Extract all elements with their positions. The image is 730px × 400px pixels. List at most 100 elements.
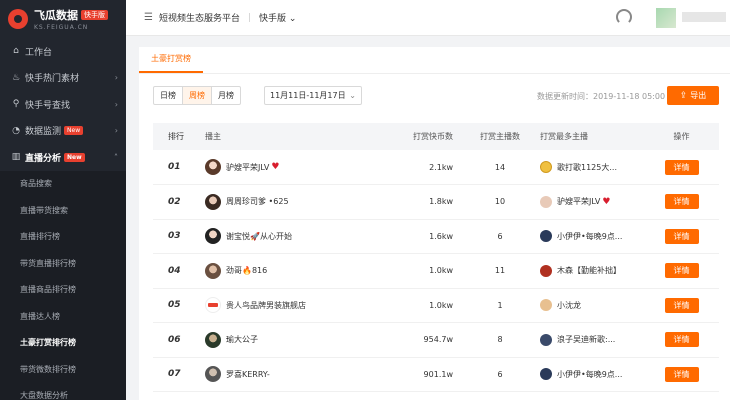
monitor-icon: ◔ [12, 125, 20, 136]
count-cell: 14 [494, 162, 506, 172]
avatar[interactable] [656, 8, 676, 28]
sidebar-subitem-live-product-ranking[interactable]: 直播商品排行榜 [0, 276, 126, 303]
sidebar-item-label: 工作台 [25, 47, 53, 58]
tab-tipper-ranking[interactable]: 土豪打赏榜 [139, 46, 203, 73]
sidebar-subitem-live-ranking[interactable]: 直播排行榜 [0, 223, 126, 250]
anchor-name[interactable]: 驴嫂平荣JLV [226, 162, 269, 173]
avatar[interactable] [205, 331, 221, 348]
coins-cell: 1.0kw [429, 266, 453, 276]
anchor-name[interactable]: 劲哥🔥816 [226, 265, 267, 276]
sidebar-subitem-sales-live-ranking[interactable]: 带货直播排行榜 [0, 250, 126, 277]
top-streamer-name[interactable]: 木森【勤能补拙】 [557, 265, 621, 276]
detail-button[interactable]: 详情 [664, 159, 699, 175]
heart-icon: ♥ [602, 196, 611, 207]
brand-subtitle: KS.FEIGUA.CN [34, 24, 89, 31]
coins-cell: 1.6kw [429, 231, 453, 241]
avatar[interactable] [205, 262, 221, 279]
sidebar-item-hot-materials[interactable]: ♨ 快手热门素材 › [0, 65, 126, 92]
count-cell: 6 [497, 369, 503, 379]
period-week-button[interactable]: 周榜 [183, 87, 212, 104]
sidebar-subitem-live-sales-search[interactable]: 直播带货搜索 [0, 197, 126, 224]
table-row[interactable]: 02 周周珍司爹 •625 1.8kw 10 驴嫂平荣JLV ♥ 详情 [153, 185, 719, 219]
top-streamer-name[interactable]: 小伊伊•每晚9点... [557, 369, 622, 380]
sidebar-item-account-search[interactable]: ⚲ 快手号查找 › [0, 91, 126, 118]
avatar[interactable] [540, 368, 552, 381]
sidebar-item-label: 直播分析 [25, 153, 62, 164]
rank-cell: 05 [168, 300, 181, 311]
export-label: 导出 [690, 91, 707, 100]
platform-title: 短视频生态服务平台 [158, 14, 240, 24]
anchor-name[interactable]: 周周珍司爹 •625 [226, 196, 289, 207]
detail-button[interactable]: 详情 [664, 194, 699, 210]
date-range-select[interactable]: 11月11日-11月17日 ⌄ [264, 86, 362, 105]
anchor-name[interactable]: 谢宝悦🚀从心开始 [226, 231, 292, 242]
detail-button[interactable]: 详情 [664, 263, 699, 279]
detail-button[interactable]: 详情 [664, 228, 699, 244]
avatar[interactable] [540, 299, 552, 312]
live-chart-icon: ▥ [11, 152, 21, 163]
sidebar-subitem-sales-micro-ranking[interactable]: 带货微数排行榜 [0, 356, 126, 383]
coins-cell: 1.8kw [429, 197, 453, 207]
ranking-table: 排行 播主 打赏快币数 打赏主播数 打赏最多主播 操作 01 驴嫂平荣JLV ♥ … [153, 123, 719, 392]
count-cell: 11 [494, 266, 506, 276]
avatar[interactable] [540, 230, 552, 243]
avatar[interactable] [540, 195, 552, 208]
avatar[interactable] [205, 366, 221, 383]
top-streamer-name[interactable]: 驴嫂平荣JLV [557, 196, 600, 207]
version-switcher[interactable]: 快手版 ⌄ [259, 11, 296, 24]
top-streamer-name[interactable]: 小沈龙 [557, 300, 581, 311]
table-row[interactable]: 07 罗喜KERRY- 901.1w 6 小伊伊•每晚9点... 详情 [153, 357, 719, 392]
sidebar-subitem-product-search[interactable]: 商品搜索 [0, 170, 126, 197]
table-row[interactable]: 05 贵人鸟品牌男装旗舰店 1.0kw 1 小沈龙 详情 [153, 288, 719, 323]
sidebar-item-label: 快手号查找 [25, 100, 71, 111]
export-button[interactable]: ⇪ 导出 [667, 86, 719, 105]
avatar[interactable] [540, 161, 552, 173]
sidebar-subitem-market-analysis[interactable]: 大盘数据分析 [0, 382, 126, 400]
rank-cell: 03 [168, 231, 181, 242]
top-streamer-name[interactable]: 歌打歌1125大... [557, 162, 617, 173]
avatar[interactable] [540, 333, 552, 346]
coins-cell: 954.7w [423, 335, 453, 345]
anchor-name[interactable]: 罗喜KERRY- [226, 369, 270, 380]
user-name-blurred[interactable] [682, 12, 726, 22]
header-operation: 操作 [673, 132, 690, 141]
period-month-button[interactable]: 月榜 [212, 87, 240, 104]
top-streamer-name[interactable]: 浪子吴迪新歌:... [557, 334, 615, 345]
rank-cell: 06 [168, 334, 181, 345]
rank-cell: 07 [168, 369, 181, 380]
detail-button[interactable]: 详情 [664, 366, 699, 382]
menu-icon[interactable]: ☰ [144, 12, 153, 23]
detail-button[interactable]: 详情 [664, 332, 699, 348]
avatar[interactable] [205, 297, 221, 314]
detail-button[interactable]: 详情 [664, 297, 699, 313]
brand-logo[interactable]: 飞瓜数据 快手版 KS.FEIGUA.CN [0, 0, 126, 38]
new-badge: New [64, 126, 84, 136]
top-streamer-name[interactable]: 小伊伊•每晚9点... [557, 231, 622, 242]
avatar[interactable] [205, 159, 221, 175]
chevron-right-icon: › [114, 126, 118, 136]
chevron-down-icon: ⌄ [288, 14, 297, 24]
coins-cell: 1.0kw [429, 300, 453, 310]
table-row[interactable]: 06 瑜大公子 954.7w 8 浪子吴迪新歌:... 详情 [153, 323, 719, 357]
period-day-button[interactable]: 日榜 [154, 87, 183, 104]
header-rank: 排行 [168, 132, 184, 141]
avatar[interactable] [540, 264, 552, 277]
divider: | [247, 12, 252, 23]
coins-cell: 901.1w [423, 369, 453, 379]
headset-icon[interactable] [616, 9, 632, 25]
brand-badge: 快手版 [81, 10, 108, 20]
sidebar-subitem-live-talent-ranking[interactable]: 直播达人榜 [0, 303, 126, 330]
sidebar-item-live-analysis[interactable]: ▥ 直播分析 New ˄ [0, 144, 126, 171]
new-badge: New [64, 152, 85, 162]
sidebar-subitem-tipper-ranking[interactable]: 土豪打赏排行榜 [0, 329, 126, 356]
table-row[interactable]: 03 谢宝悦🚀从心开始 1.6kw 6 小伊伊•每晚9点... 详情 [153, 219, 719, 254]
table-row[interactable]: 04 劲哥🔥816 1.0kw 11 木森【勤能补拙】 详情 [153, 254, 719, 288]
anchor-name[interactable]: 瑜大公子 [226, 334, 258, 345]
table-row[interactable]: 01 驴嫂平荣JLV ♥ 2.1kw 14 歌打歌1125大... 详情 [153, 150, 719, 185]
avatar[interactable] [205, 228, 221, 245]
anchor-name[interactable]: 贵人鸟品牌男装旗舰店 [226, 300, 306, 311]
avatar[interactable] [205, 193, 221, 210]
sidebar-item-workbench[interactable]: ⌂ 工作台 [0, 38, 126, 65]
heart-icon: ♥ [271, 162, 280, 172]
sidebar-item-data-monitor[interactable]: ◔ 数据监测 New › [0, 118, 126, 145]
